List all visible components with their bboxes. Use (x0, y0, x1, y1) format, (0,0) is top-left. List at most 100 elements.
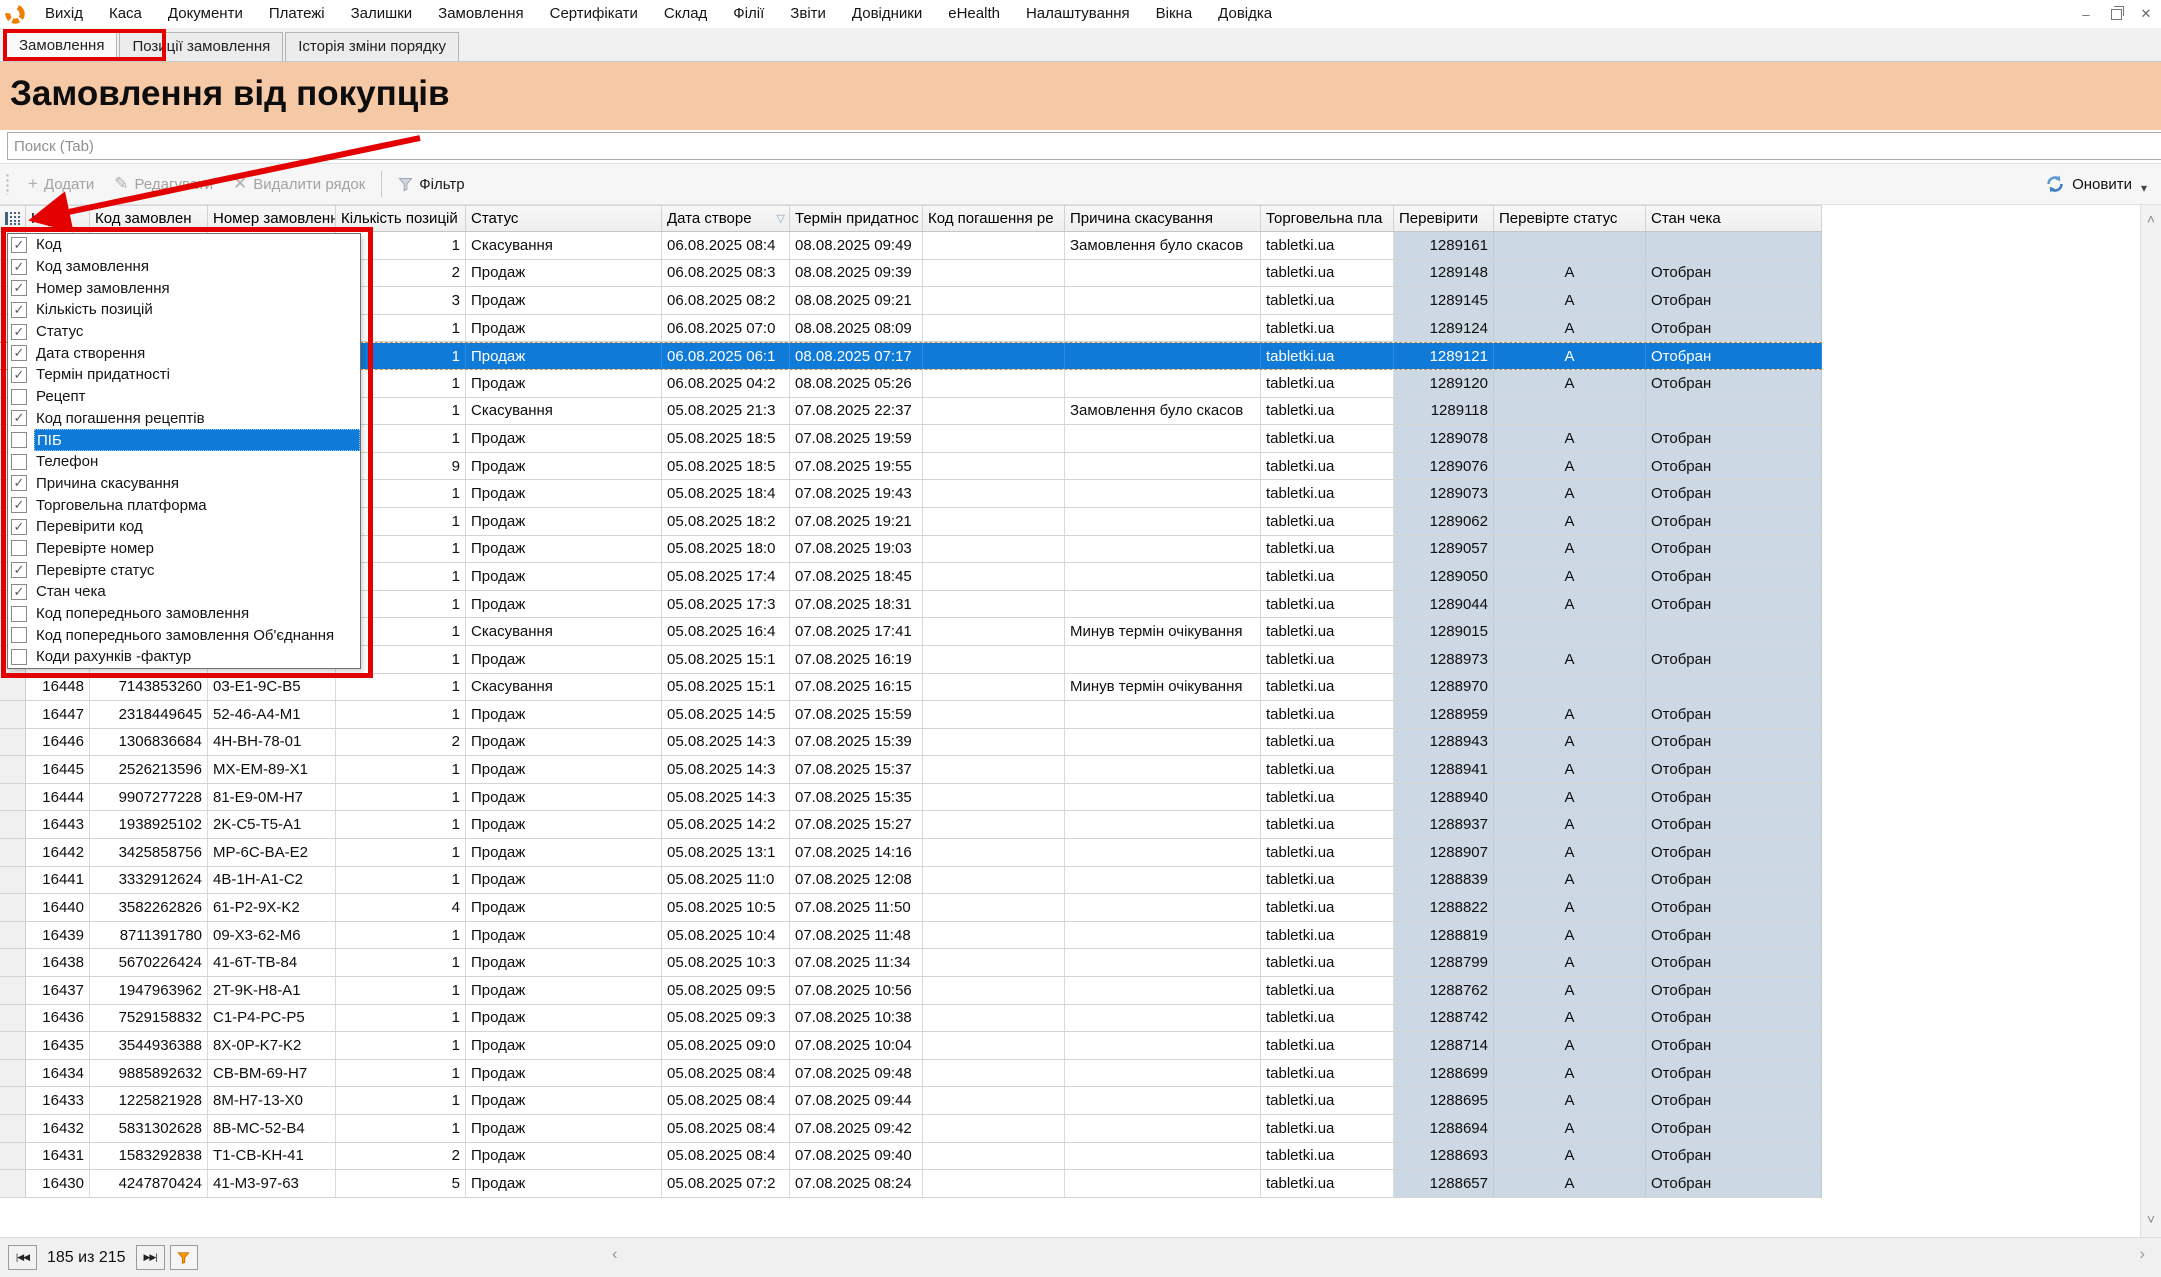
table-cell[interactable]: A (1494, 729, 1646, 756)
table-cell[interactable]: A (1494, 949, 1646, 976)
menu-item[interactable]: Вікна (1143, 0, 1206, 28)
table-cell[interactable] (923, 232, 1065, 259)
table-cell[interactable]: 06.08.2025 07:0 (662, 315, 790, 342)
column-header[interactable]: Дата створе▽ (662, 206, 790, 231)
table-cell[interactable]: tabletki.ua (1261, 646, 1394, 673)
table-cell[interactable] (923, 453, 1065, 480)
table-cell[interactable]: tabletki.ua (1261, 480, 1394, 507)
table-cell[interactable] (1494, 232, 1646, 259)
table-cell[interactable] (923, 1115, 1065, 1142)
column-chooser-item[interactable]: ✓Перевірити код (8, 516, 360, 538)
checkbox-checked-icon[interactable]: ✓ (11, 584, 27, 600)
table-row[interactable]: 16439871139178009-X3-62-M61Продаж05.08.2… (0, 922, 1822, 950)
table-cell[interactable]: 5 (336, 1170, 466, 1197)
table-cell[interactable]: 05.08.2025 17:3 (662, 591, 790, 618)
table-cell[interactable]: 05.08.2025 14:3 (662, 756, 790, 783)
menu-item[interactable]: Платежі (256, 0, 338, 28)
table-cell[interactable]: Продаж (466, 756, 662, 783)
column-chooser-item[interactable]: Рецепт (8, 386, 360, 408)
table-cell[interactable] (1065, 287, 1261, 314)
table-cell[interactable]: tabletki.ua (1261, 894, 1394, 921)
table-cell[interactable]: Скасування (466, 618, 662, 645)
refresh-button[interactable]: Оновити ▾ (2045, 173, 2161, 195)
table-cell[interactable]: 07.08.2025 11:34 (790, 949, 923, 976)
table-cell[interactable]: 3425858756 (90, 839, 208, 866)
table-cell[interactable]: 05.08.2025 14:3 (662, 729, 790, 756)
table-cell[interactable] (1494, 398, 1646, 425)
table-cell[interactable]: Продаж (466, 811, 662, 838)
scroll-down-icon[interactable]: ˅ (2141, 1211, 2161, 1227)
table-cell[interactable]: 07.08.2025 19:59 (790, 425, 923, 452)
table-cell[interactable]: 08.08.2025 07:17 (790, 343, 923, 369)
table-cell[interactable]: Отобран (1646, 563, 1822, 590)
table-cell[interactable]: 1 (336, 839, 466, 866)
table-cell[interactable]: 07.08.2025 18:31 (790, 591, 923, 618)
table-cell[interactable]: 16441 (26, 867, 90, 894)
table-row[interactable]: 1643719479639622T-9K-H8-A11Продаж05.08.2… (0, 977, 1822, 1005)
table-cell[interactable]: 1 (336, 701, 466, 728)
delete-row-button[interactable]: ✕ Видалити рядок (223, 169, 375, 199)
table-cell[interactable]: 08.08.2025 05:26 (790, 370, 923, 397)
column-chooser-item[interactable]: Телефон (8, 451, 360, 473)
table-cell[interactable]: 06.08.2025 06:1 (662, 343, 790, 369)
checkbox-unchecked-icon[interactable] (11, 606, 27, 622)
table-cell[interactable] (1065, 867, 1261, 894)
table-cell[interactable]: Продаж (466, 1032, 662, 1059)
table-cell[interactable]: 1289145 (1394, 287, 1494, 314)
table-cell[interactable]: 07.08.2025 19:21 (790, 508, 923, 535)
table-cell[interactable]: A (1494, 894, 1646, 921)
column-chooser-item[interactable]: Коди рахунків -фактур (8, 646, 360, 668)
table-cell[interactable]: Продаж (466, 1170, 662, 1197)
add-button[interactable]: + Додати (18, 169, 104, 199)
table-cell[interactable]: 4247870424 (90, 1170, 208, 1197)
table-cell[interactable]: A (1494, 701, 1646, 728)
table-cell[interactable]: Отобран (1646, 343, 1822, 369)
column-chooser-item[interactable]: ✓Статус (8, 321, 360, 343)
table-cell[interactable]: Продаж (466, 922, 662, 949)
menu-item[interactable]: Каса (96, 0, 155, 28)
table-cell[interactable]: 41-M3-97-63 (208, 1170, 336, 1197)
table-cell[interactable] (1065, 949, 1261, 976)
checkbox-checked-icon[interactable]: ✓ (11, 410, 27, 426)
table-cell[interactable]: 16443 (26, 811, 90, 838)
table-cell[interactable]: Отобран (1646, 949, 1822, 976)
table-cell[interactable]: 2T-9K-H8-A1 (208, 977, 336, 1004)
table-cell[interactable]: 07.08.2025 19:43 (790, 480, 923, 507)
table-cell[interactable]: Продаж (466, 480, 662, 507)
table-cell[interactable]: tabletki.ua (1261, 1005, 1394, 1032)
table-cell[interactable]: 1288970 (1394, 674, 1494, 701)
table-cell[interactable]: 16438 (26, 949, 90, 976)
close-button[interactable]: ✕ (2131, 2, 2161, 26)
table-cell[interactable]: Скасування (466, 398, 662, 425)
table-cell[interactable] (923, 1087, 1065, 1114)
table-cell[interactable]: Отобран (1646, 867, 1822, 894)
table-cell[interactable]: tabletki.ua (1261, 1115, 1394, 1142)
table-cell[interactable]: tabletki.ua (1261, 756, 1394, 783)
nav-first-button[interactable]: |◀◀ (8, 1245, 37, 1270)
table-cell[interactable]: 05.08.2025 09:0 (662, 1032, 790, 1059)
table-cell[interactable]: 16436 (26, 1005, 90, 1032)
table-cell[interactable]: 1289050 (1394, 563, 1494, 590)
table-cell[interactable]: 1 (336, 1115, 466, 1142)
table-cell[interactable]: Продаж (466, 784, 662, 811)
table-cell[interactable]: 05.08.2025 11:0 (662, 867, 790, 894)
table-cell[interactable]: 06.08.2025 08:3 (662, 260, 790, 287)
table-cell[interactable]: 05.08.2025 16:4 (662, 618, 790, 645)
table-cell[interactable]: 07.08.2025 10:38 (790, 1005, 923, 1032)
table-cell[interactable] (923, 536, 1065, 563)
table-cell[interactable]: A (1494, 453, 1646, 480)
table-cell[interactable]: Продаж (466, 343, 662, 369)
table-cell[interactable]: 3582262826 (90, 894, 208, 921)
table-cell[interactable]: tabletki.ua (1261, 563, 1394, 590)
table-cell[interactable]: tabletki.ua (1261, 1032, 1394, 1059)
table-cell[interactable]: 08.08.2025 09:39 (790, 260, 923, 287)
table-cell[interactable] (923, 646, 1065, 673)
checkbox-unchecked-icon[interactable] (11, 454, 27, 470)
menu-item[interactable]: Сертифікати (537, 0, 651, 28)
checkbox-checked-icon[interactable]: ✓ (11, 497, 27, 513)
table-cell[interactable]: A (1494, 922, 1646, 949)
table-cell[interactable]: A (1494, 287, 1646, 314)
table-cell[interactable]: 16448 (26, 674, 90, 701)
table-cell[interactable]: 1288959 (1394, 701, 1494, 728)
table-cell[interactable]: Продаж (466, 729, 662, 756)
